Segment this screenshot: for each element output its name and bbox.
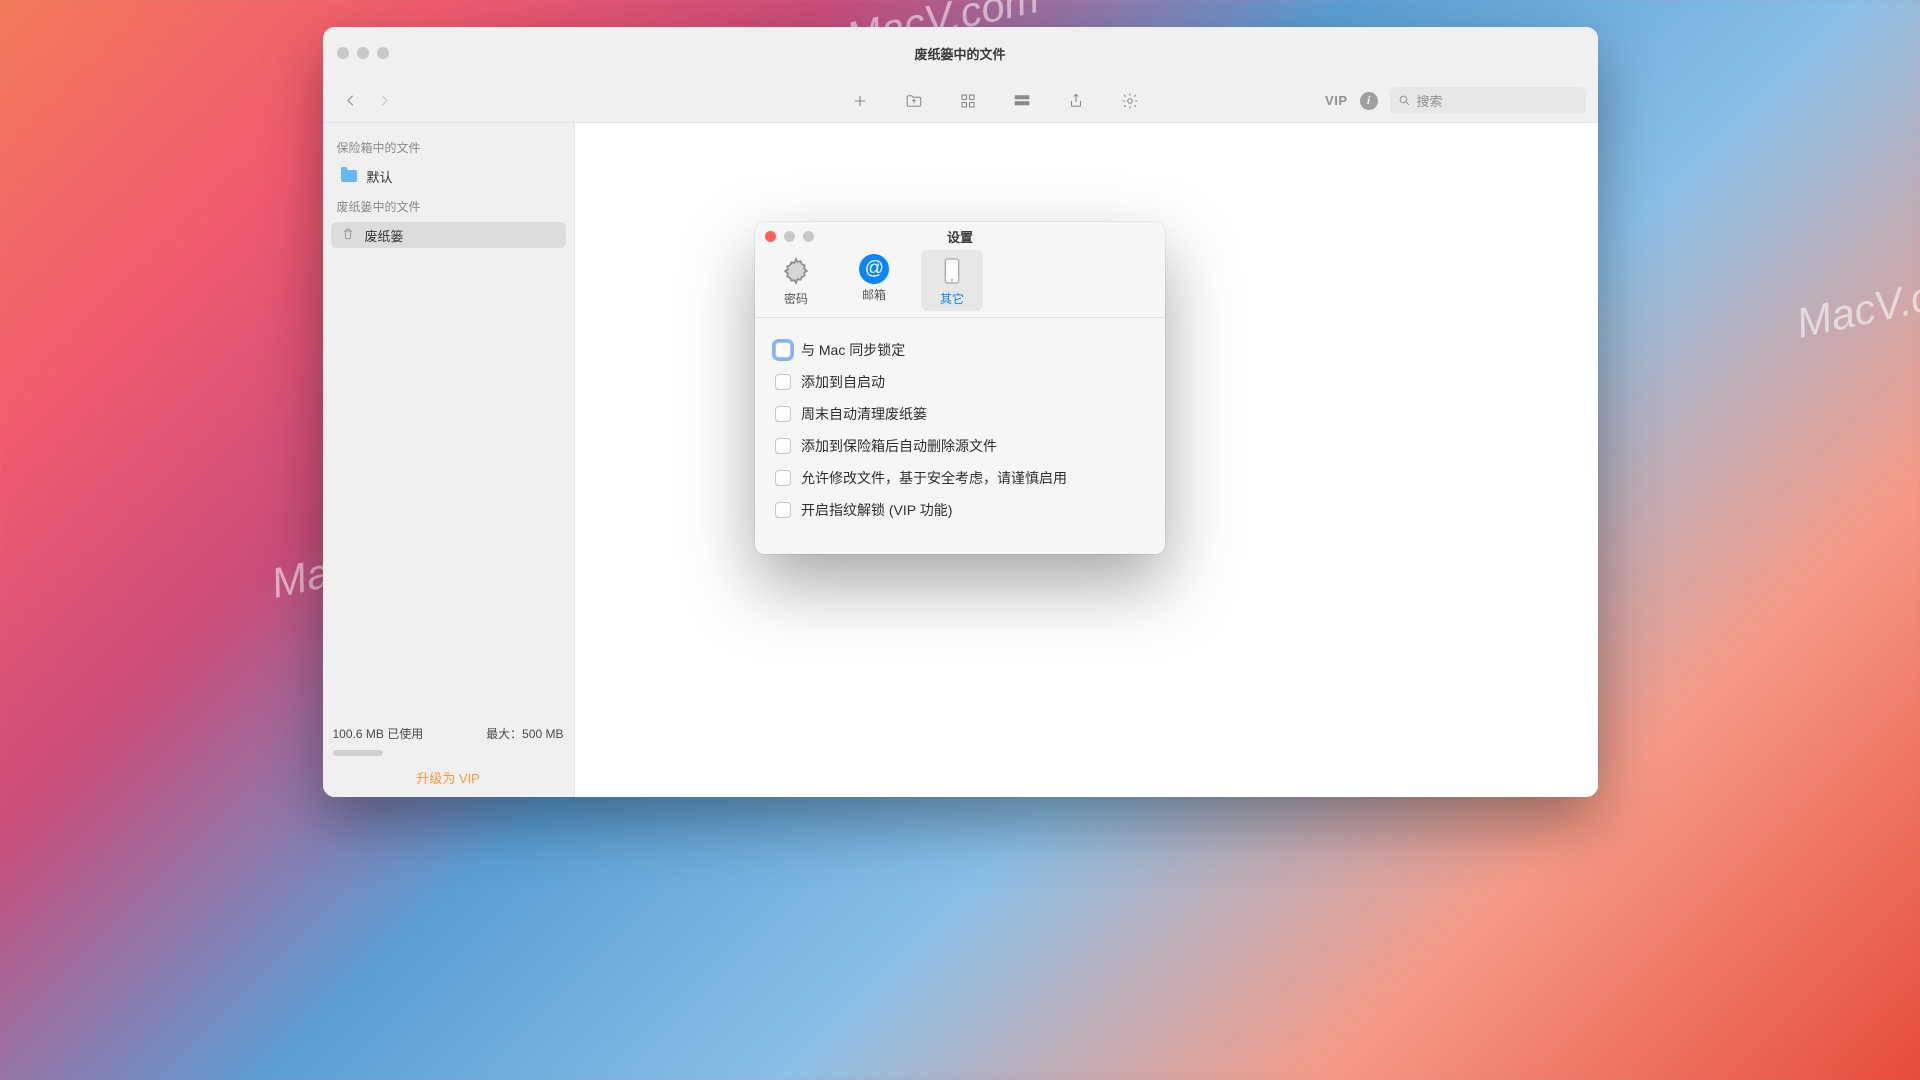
import-folder-icon[interactable] bbox=[904, 91, 924, 111]
option-label: 与 Mac 同步锁定 bbox=[801, 340, 905, 360]
option-touch-id[interactable]: 开启指纹解锁 (VIP 功能) bbox=[775, 494, 1145, 526]
gear-icon[interactable] bbox=[1120, 91, 1140, 111]
sidebar-footer: 100.6 MB 已使用 最大：500 MB 升级为 VIP bbox=[323, 715, 574, 797]
dialog-tabs: 密码 @ 邮箱 其它 bbox=[755, 250, 1165, 318]
sidebar-item-label: 默认 bbox=[367, 167, 393, 186]
vip-label[interactable]: VIP bbox=[1325, 93, 1347, 108]
watermark: MacV.com bbox=[1792, 260, 1920, 348]
sidebar: 保险箱中的文件 默认 废纸篓中的文件 废纸篓 100.6 MB 已使用 最大：5… bbox=[323, 123, 575, 797]
close-button[interactable] bbox=[337, 47, 349, 59]
tab-label: 其它 bbox=[940, 290, 964, 307]
grid-icon[interactable] bbox=[958, 91, 978, 111]
add-icon[interactable] bbox=[850, 91, 870, 111]
tab-mail[interactable]: @ 邮箱 bbox=[843, 250, 905, 311]
device-icon bbox=[935, 254, 969, 288]
checkbox[interactable] bbox=[775, 374, 791, 390]
checkbox[interactable] bbox=[775, 342, 791, 358]
sidebar-section-vault: 保险箱中的文件 bbox=[331, 131, 566, 162]
minimize-button[interactable] bbox=[357, 47, 369, 59]
dialog-zoom-button[interactable] bbox=[803, 231, 814, 242]
option-label: 周末自动清理废纸篓 bbox=[801, 404, 927, 424]
window-title: 废纸篓中的文件 bbox=[914, 44, 1005, 63]
checkbox[interactable] bbox=[775, 470, 791, 486]
sidebar-item-trash[interactable]: 废纸篓 bbox=[331, 222, 566, 248]
settings-dialog: 设置 密码 @ 邮箱 其它 与 Mac 同步锁定 bbox=[755, 222, 1165, 554]
tab-password[interactable]: 密码 bbox=[765, 250, 827, 311]
dialog-title: 设置 bbox=[947, 227, 973, 246]
tiles-icon[interactable] bbox=[1012, 91, 1032, 111]
traffic-lights bbox=[337, 47, 389, 59]
search-input[interactable]: 搜索 bbox=[1390, 87, 1586, 114]
dialog-body: 与 Mac 同步锁定 添加到自启动 周末自动清理废纸篓 添加到保险箱后自动删除源… bbox=[755, 318, 1165, 554]
option-sync-lock[interactable]: 与 Mac 同步锁定 bbox=[775, 334, 1145, 366]
checkbox[interactable] bbox=[775, 502, 791, 518]
option-weekend-clean[interactable]: 周末自动清理废纸篓 bbox=[775, 398, 1145, 430]
search-placeholder: 搜索 bbox=[1417, 91, 1443, 110]
dialog-titlebar: 设置 bbox=[755, 222, 1165, 250]
toolbar: VIP i 搜索 bbox=[323, 79, 1598, 123]
checkbox[interactable] bbox=[775, 406, 791, 422]
sidebar-item-default[interactable]: 默认 bbox=[331, 163, 566, 189]
option-label: 允许修改文件，基于安全考虑，请谨慎启用 bbox=[801, 468, 1067, 488]
at-icon: @ bbox=[859, 254, 889, 284]
info-icon[interactable]: i bbox=[1360, 92, 1378, 110]
dialog-minimize-button[interactable] bbox=[784, 231, 795, 242]
tab-other[interactable]: 其它 bbox=[921, 250, 983, 311]
option-delete-source[interactable]: 添加到保险箱后自动删除源文件 bbox=[775, 430, 1145, 462]
dialog-close-button[interactable] bbox=[765, 231, 776, 242]
option-allow-modify[interactable]: 允许修改文件，基于安全考虑，请谨慎启用 bbox=[775, 462, 1145, 494]
nav-back-button[interactable] bbox=[337, 87, 365, 115]
tab-label: 密码 bbox=[784, 290, 808, 307]
option-label: 添加到保险箱后自动删除源文件 bbox=[801, 436, 997, 456]
storage-max-label: 最大：500 MB bbox=[486, 725, 563, 742]
window-titlebar: 废纸篓中的文件 bbox=[323, 27, 1598, 79]
trash-icon bbox=[341, 226, 355, 245]
sidebar-section-trash: 废纸篓中的文件 bbox=[331, 190, 566, 221]
storage-used-label: 100.6 MB 已使用 bbox=[333, 725, 424, 742]
sidebar-item-label: 废纸篓 bbox=[365, 226, 404, 245]
tab-label: 邮箱 bbox=[862, 286, 886, 303]
option-add-startup[interactable]: 添加到自启动 bbox=[775, 366, 1145, 398]
share-icon[interactable] bbox=[1066, 91, 1086, 111]
folder-icon bbox=[341, 170, 357, 182]
checkbox[interactable] bbox=[775, 438, 791, 454]
nav-forward-button[interactable] bbox=[371, 87, 399, 115]
gear-icon bbox=[779, 254, 813, 288]
storage-progress bbox=[333, 750, 383, 756]
zoom-button[interactable] bbox=[377, 47, 389, 59]
option-label: 添加到自启动 bbox=[801, 372, 885, 392]
option-label: 开启指纹解锁 (VIP 功能) bbox=[801, 500, 952, 520]
upgrade-vip-link[interactable]: 升级为 VIP bbox=[333, 768, 564, 787]
